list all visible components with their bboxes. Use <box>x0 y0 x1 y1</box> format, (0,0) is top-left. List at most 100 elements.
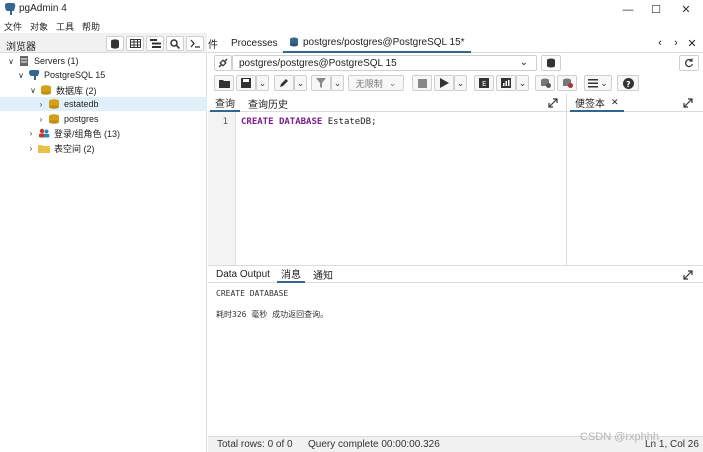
scratch-pad-tab-bar: 便签本 ✕ <box>566 94 703 112</box>
scratch-pad-panel[interactable] <box>566 94 703 265</box>
commit-icon[interactable] <box>535 75 555 91</box>
chevron-down-icon: ⌄ <box>600 77 608 88</box>
tree-item-label: 表空间 (2) <box>54 143 95 154</box>
chevron-right-icon[interactable]: › <box>36 100 46 109</box>
editor-tab-bar: 查询 查询历史 <box>208 94 566 112</box>
close-tab-icon[interactable]: ✕ <box>685 36 699 50</box>
explain-analyze-icon[interactable] <box>496 75 516 91</box>
sql-identifier: EstateDB; <box>327 117 377 127</box>
chevron-down-icon[interactable]: ⌄ <box>294 75 307 91</box>
chevron-down-icon[interactable]: ⌄ <box>256 75 269 91</box>
editor-gutter <box>208 112 236 265</box>
explain-icon[interactable]: E <box>474 75 494 91</box>
watermark: CSDN @rxphhh <box>580 431 660 443</box>
search-icon[interactable] <box>166 36 184 51</box>
database-icon[interactable] <box>106 36 124 51</box>
tree-item-tablespaces[interactable]: › 表空间 (2) <box>0 141 207 155</box>
databases-icon <box>41 85 51 95</box>
svg-text:E: E <box>482 80 486 88</box>
sql-keyword: CREATE <box>241 117 274 127</box>
prev-tab-icon[interactable]: ‹ <box>653 36 667 50</box>
macros-menu-icon[interactable]: ⌄ <box>584 75 612 91</box>
tab-messages[interactable]: 消息 <box>277 266 305 283</box>
tab-processes[interactable]: Processes <box>225 33 284 53</box>
minimize-button[interactable]: — <box>613 0 643 19</box>
expand-icon[interactable] <box>548 98 558 108</box>
title-bar: pgAdmin 4 — ☐ ✕ <box>0 0 703 19</box>
message-line: CREATE DATABASE <box>216 289 289 298</box>
window-title: pgAdmin 4 <box>19 3 67 14</box>
chevron-down-icon[interactable]: ⌄ <box>516 75 529 91</box>
next-tab-icon[interactable]: › <box>669 36 683 50</box>
tree-item-estatedb[interactable]: › estatedb <box>0 97 207 111</box>
limit-select[interactable]: 无限制 ⌄ <box>348 75 404 91</box>
database-icon <box>49 99 59 109</box>
connection-status-icon[interactable] <box>214 55 232 71</box>
maximize-button[interactable]: ☐ <box>641 0 671 19</box>
menu-file[interactable]: 文件 <box>4 20 22 33</box>
main-tab-bar: 件 Processes postgres/postgres@PostgreSQL… <box>208 33 703 53</box>
rollback-icon[interactable] <box>557 75 577 91</box>
filter-icon[interactable] <box>311 75 331 91</box>
chevron-down-icon[interactable]: ∨ <box>16 71 26 80</box>
close-window-button[interactable]: ✕ <box>671 0 701 19</box>
menu-object[interactable]: 对象 <box>30 20 48 33</box>
tree-item-postgresql-15[interactable]: ∨ PostgreSQL 15 <box>0 68 207 82</box>
tab-query[interactable]: 查询 <box>210 94 240 112</box>
status-total-rows: Total rows: 0 of 0 <box>217 439 293 450</box>
close-icon[interactable]: ✕ <box>611 97 619 108</box>
object-tree: ∨ Servers (1) ∨ PostgreSQL 15 ∨ 数据库 (2) … <box>0 53 207 452</box>
chevron-down-icon: ⌄ <box>519 57 528 68</box>
tree-item-databases[interactable]: ∨ 数据库 (2) <box>0 83 207 97</box>
chevron-right-icon[interactable]: › <box>36 115 46 124</box>
tree-item-servers[interactable]: ∨ Servers (1) <box>0 54 207 68</box>
chevron-right-icon[interactable]: › <box>26 144 36 153</box>
sql-editor[interactable]: CREATE DATABASE EstateDB; <box>241 117 377 127</box>
message-line: 耗时326 毫秒 成功返回查询。 <box>216 310 329 319</box>
tree-item-postgres[interactable]: › postgres <box>0 112 207 126</box>
chevron-down-icon[interactable]: ∨ <box>6 57 16 66</box>
tree-item-label: postgres <box>64 114 99 124</box>
execute-play-icon[interactable] <box>434 75 454 91</box>
status-query-time: Query complete 00:00:00.326 <box>308 439 440 450</box>
menu-bar: 文件 对象 工具 帮助 <box>0 19 703 33</box>
stop-icon[interactable] <box>412 75 432 91</box>
servers-icon <box>20 56 28 66</box>
chevron-down-icon[interactable]: ⌄ <box>331 75 344 91</box>
tab-scratch-pad[interactable]: 便签本 ✕ <box>570 94 624 112</box>
chevron-down-icon: ⌄ <box>388 77 397 88</box>
connection-select[interactable]: postgres/postgres@PostgreSQL 15 ⌄ <box>232 55 537 71</box>
roles-icon <box>39 128 50 138</box>
menu-help[interactable]: 帮助 <box>82 20 100 33</box>
tab-notifications[interactable]: 通知 <box>309 266 337 283</box>
help-icon[interactable]: ? <box>617 75 639 91</box>
expand-icon[interactable] <box>683 98 693 108</box>
tab-partial[interactable]: 件 <box>202 33 224 53</box>
chevron-down-icon[interactable]: ∨ <box>28 86 38 95</box>
limit-value: 无限制 <box>355 78 383 89</box>
properties-icon[interactable] <box>146 36 164 51</box>
postgresql-elephant-icon <box>29 70 40 80</box>
tablespaces-folder-icon <box>38 145 50 153</box>
refresh-icon[interactable] <box>679 55 699 71</box>
tab-data-output[interactable]: Data Output <box>212 266 274 283</box>
browser-panel-header: 浏览器 <box>0 33 207 53</box>
browser-label: 浏览器 <box>6 42 36 53</box>
results-tab-bar: Data Output 消息 通知 <box>208 265 703 283</box>
expand-icon[interactable] <box>683 270 693 280</box>
open-file-icon[interactable] <box>214 75 234 91</box>
edit-pencil-icon[interactable] <box>274 75 294 91</box>
tree-item-label: Servers (1) <box>34 56 79 66</box>
save-file-icon[interactable] <box>236 75 256 91</box>
table-view-icon[interactable] <box>126 36 144 51</box>
tree-item-login-roles[interactable]: › 登录/组角色 (13) <box>0 126 207 140</box>
tab-query-history[interactable]: 查询历史 <box>243 94 293 112</box>
new-connection-icon[interactable] <box>541 55 561 71</box>
tab-query-tool[interactable]: postgres/postgres@PostgreSQL 15* <box>283 33 471 53</box>
menu-tools[interactable]: 工具 <box>56 20 74 33</box>
chevron-right-icon[interactable]: › <box>26 129 36 138</box>
database-icon <box>49 114 59 124</box>
chevron-down-icon[interactable]: ⌄ <box>454 75 467 91</box>
tree-item-label: PostgreSQL 15 <box>44 70 106 80</box>
connection-value: postgres/postgres@PostgreSQL 15 <box>239 57 397 69</box>
